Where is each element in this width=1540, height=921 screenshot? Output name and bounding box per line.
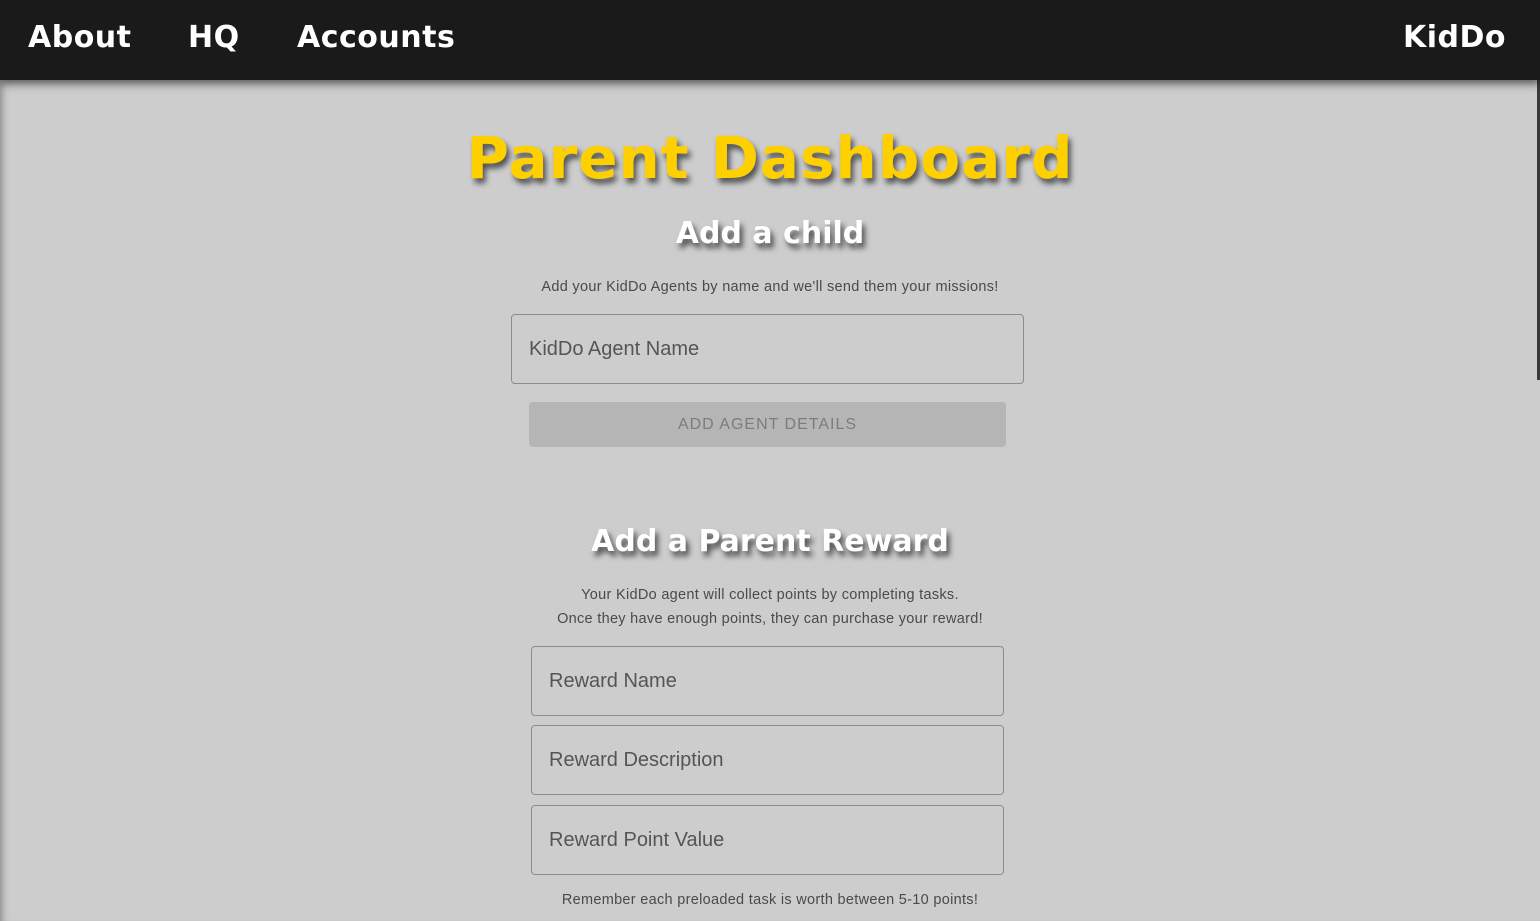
reward-description-line-1: Your KidDo agent will collect points by … [581, 587, 959, 603]
reward-name-input[interactable] [531, 646, 1004, 716]
reward-point-value-input[interactable] [531, 805, 1004, 875]
nav-link-about[interactable]: About [28, 18, 132, 58]
add-agent-details-button[interactable]: ADD AGENT DETAILS [529, 402, 1006, 447]
page-title: Parent Dashboard [466, 124, 1074, 192]
add-child-description: Add your KidDo Agents by name and we'll … [541, 279, 999, 295]
agent-name-input[interactable] [511, 314, 1024, 384]
nav-link-hq[interactable]: HQ [188, 18, 240, 58]
reward-description-input[interactable] [531, 725, 1004, 795]
add-child-heading: Add a child [675, 216, 865, 251]
brand-logo-text[interactable]: KidDo [1403, 18, 1506, 58]
add-reward-heading: Add a Parent Reward [591, 524, 949, 559]
points-note: Remember each preloaded task is worth be… [561, 892, 979, 908]
nav-link-accounts[interactable]: Accounts [297, 18, 455, 58]
top-navbar: About HQ Accounts KidDo [0, 0, 1540, 80]
reward-description-line-2: Once they have enough points, they can p… [557, 611, 983, 627]
